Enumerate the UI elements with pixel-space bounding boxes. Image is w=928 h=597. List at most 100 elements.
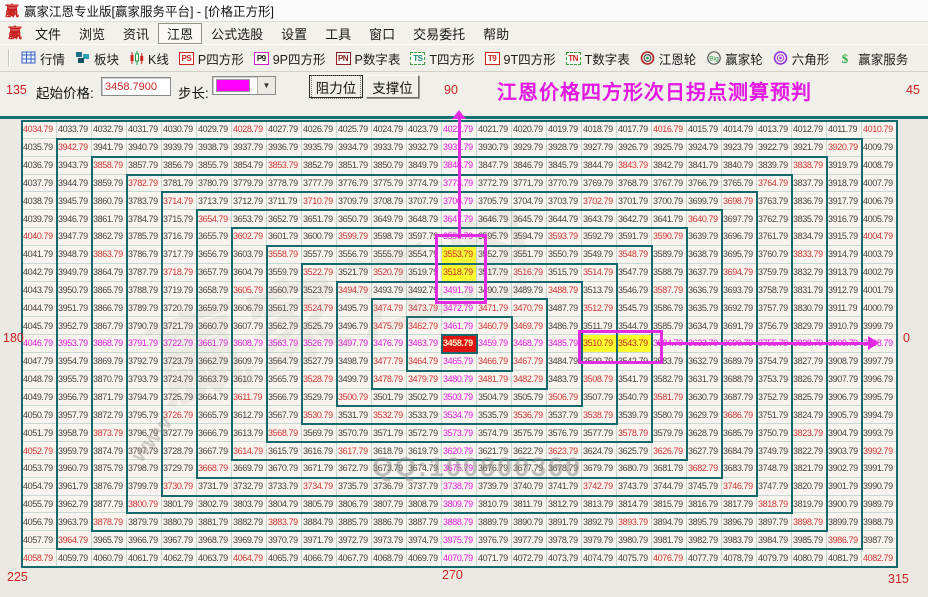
grid-cell[interactable]: 4051.79 [22,424,57,443]
grid-cell[interactable]: 3872.79 [92,406,127,425]
menu-item-4[interactable]: 公式选股 [202,23,272,44]
grid-cell[interactable]: 3944.79 [57,174,92,193]
grid-cell[interactable]: 3868.79 [92,335,127,353]
grid-cell[interactable]: 3831.79 [792,281,827,300]
grid-cell[interactable]: 3737.79 [407,477,442,496]
grid-cell[interactable]: 3458.79 [442,335,477,353]
grid-cell[interactable]: 3771.79 [512,174,547,193]
grid-cell[interactable]: 3879.79 [127,513,162,532]
grid-cell[interactable]: 3544.79 [617,317,652,336]
grid-cell[interactable]: 3668.79 [197,459,232,478]
grid-cell[interactable]: 3861.79 [92,210,127,229]
menu-item-1[interactable]: 浏览 [70,23,114,44]
grid-cell[interactable]: 3491.79 [442,281,477,300]
grid-cell[interactable]: 3768.79 [617,174,652,193]
grid-cell[interactable]: 4013.79 [757,121,792,139]
grid-cell[interactable]: 3894.79 [652,513,687,532]
grid-cell[interactable]: 3867.79 [92,317,127,336]
grid-cell[interactable]: 3878.79 [92,513,127,532]
grid-cell[interactable]: 4063.79 [197,549,232,567]
grid-cell[interactable]: 4004.79 [862,228,897,246]
grid-cell[interactable]: 3630.79 [687,388,722,407]
grid-cell[interactable]: 3918.79 [827,174,862,193]
grid-cell[interactable]: 3488.79 [547,281,582,300]
grid-cell[interactable]: 3594.79 [512,228,547,246]
grid-cell[interactable]: 3587.79 [652,281,687,300]
grid-cell[interactable]: 3929.79 [512,138,547,157]
grid-cell[interactable]: 4011.79 [827,121,862,139]
grid-cell[interactable]: 4049.79 [22,388,57,407]
grid-cell[interactable]: 3858.79 [92,156,127,175]
grid-cell[interactable]: 3985.79 [792,531,827,550]
grid-cell[interactable]: 3644.79 [547,210,582,229]
grid-cell[interactable]: 3677.79 [512,459,547,478]
grid-cell[interactable]: 3963.79 [57,513,92,532]
grid-cell[interactable]: 3499.79 [337,370,372,389]
grid-cell[interactable]: 3638.79 [687,245,722,264]
grid-cell[interactable]: 3703.79 [547,192,582,211]
grid-cell[interactable]: 3517.79 [477,263,512,282]
grid-cell[interactable]: 3730.79 [162,477,197,496]
grid-cell[interactable]: 3698.79 [722,192,757,211]
grid-cell[interactable]: 3898.79 [792,513,827,532]
grid-cell[interactable]: 3812.79 [547,495,582,514]
grid-cell[interactable]: 3608.79 [232,335,267,353]
grid-cell[interactable]: 3817.79 [722,495,757,514]
grid-cell[interactable]: 3976.79 [477,531,512,550]
grid-cell[interactable]: 3816.79 [687,495,722,514]
grid-cell[interactable]: 3480.79 [442,370,477,389]
grid-cell[interactable]: 3819.79 [792,495,827,514]
grid-cell[interactable]: 3485.79 [547,335,582,353]
grid-cell[interactable]: 3738.79 [442,477,477,496]
grid-cell[interactable]: 3629.79 [687,406,722,425]
grid-cell[interactable]: 3884.79 [302,513,337,532]
menu-item-7[interactable]: 窗口 [360,23,404,44]
grid-cell[interactable]: 3862.79 [92,228,127,246]
grid-cell[interactable]: 3492.79 [407,281,442,300]
grid-cell[interactable]: 3465.79 [442,352,477,371]
grid-cell[interactable]: 3851.79 [337,156,372,175]
grid-cell[interactable]: 3555.79 [372,245,407,264]
grid-cell[interactable]: 3827.79 [792,352,827,371]
grid-cell[interactable]: 3938.79 [197,138,232,157]
grid-cell[interactable]: 3987.79 [862,531,897,550]
grid-cell[interactable]: 3607.79 [232,317,267,336]
grid-cell[interactable]: 3460.79 [477,317,512,336]
grid-cell[interactable]: 4033.79 [57,121,92,139]
grid-cell[interactable]: 3811.79 [512,495,547,514]
grid-cell[interactable]: 3507.79 [582,388,617,407]
grid-cell[interactable]: 3888.79 [442,513,477,532]
grid-cell[interactable]: 4026.79 [302,121,337,139]
grid-cell[interactable]: 3595.79 [477,228,512,246]
grid-cell[interactable]: 4021.79 [477,121,512,139]
grid-cell[interactable]: 3702.79 [582,192,617,211]
grid-cell[interactable]: 3732.79 [232,477,267,496]
grid-cell[interactable]: 3959.79 [57,442,92,460]
grid-cell[interactable]: 3934.79 [337,138,372,157]
grid-cell[interactable]: 3586.79 [652,299,687,318]
grid-cell[interactable]: 3676.79 [477,459,512,478]
grid-cell[interactable]: 3719.79 [162,281,197,300]
grid-cell[interactable]: 3541.79 [617,370,652,389]
grid-cell[interactable]: 3625.79 [617,442,652,460]
grid-cell[interactable]: 3560.79 [267,281,302,300]
grid-cell[interactable]: 4075.79 [617,549,652,567]
grid-cell[interactable]: 3717.79 [162,245,197,264]
grid-cell[interactable]: 3772.79 [477,174,512,193]
grid-cell[interactable]: 3765.79 [722,174,757,193]
grid-cell[interactable]: 3616.79 [302,442,337,460]
grid-cell[interactable]: 3775.79 [372,174,407,193]
grid-cell[interactable]: 4043.79 [22,281,57,300]
grid-cell[interactable]: 3667.79 [197,442,232,460]
grid-cell[interactable]: 3684.79 [722,442,757,460]
grid-cell[interactable]: 3925.79 [652,138,687,157]
grid-cell[interactable]: 3520.79 [372,263,407,282]
grid-cell[interactable]: 3495.79 [337,299,372,318]
grid-cell[interactable]: 3839.79 [757,156,792,175]
grid-cell[interactable]: 3494.79 [337,281,372,300]
grid-cell[interactable]: 3664.79 [197,388,232,407]
grid-cell[interactable]: 3799.79 [127,477,162,496]
grid-cell[interactable]: 3728.79 [162,442,197,460]
grid-cell[interactable]: 3715.79 [162,210,197,229]
grid-cell[interactable]: 3829.79 [792,317,827,336]
